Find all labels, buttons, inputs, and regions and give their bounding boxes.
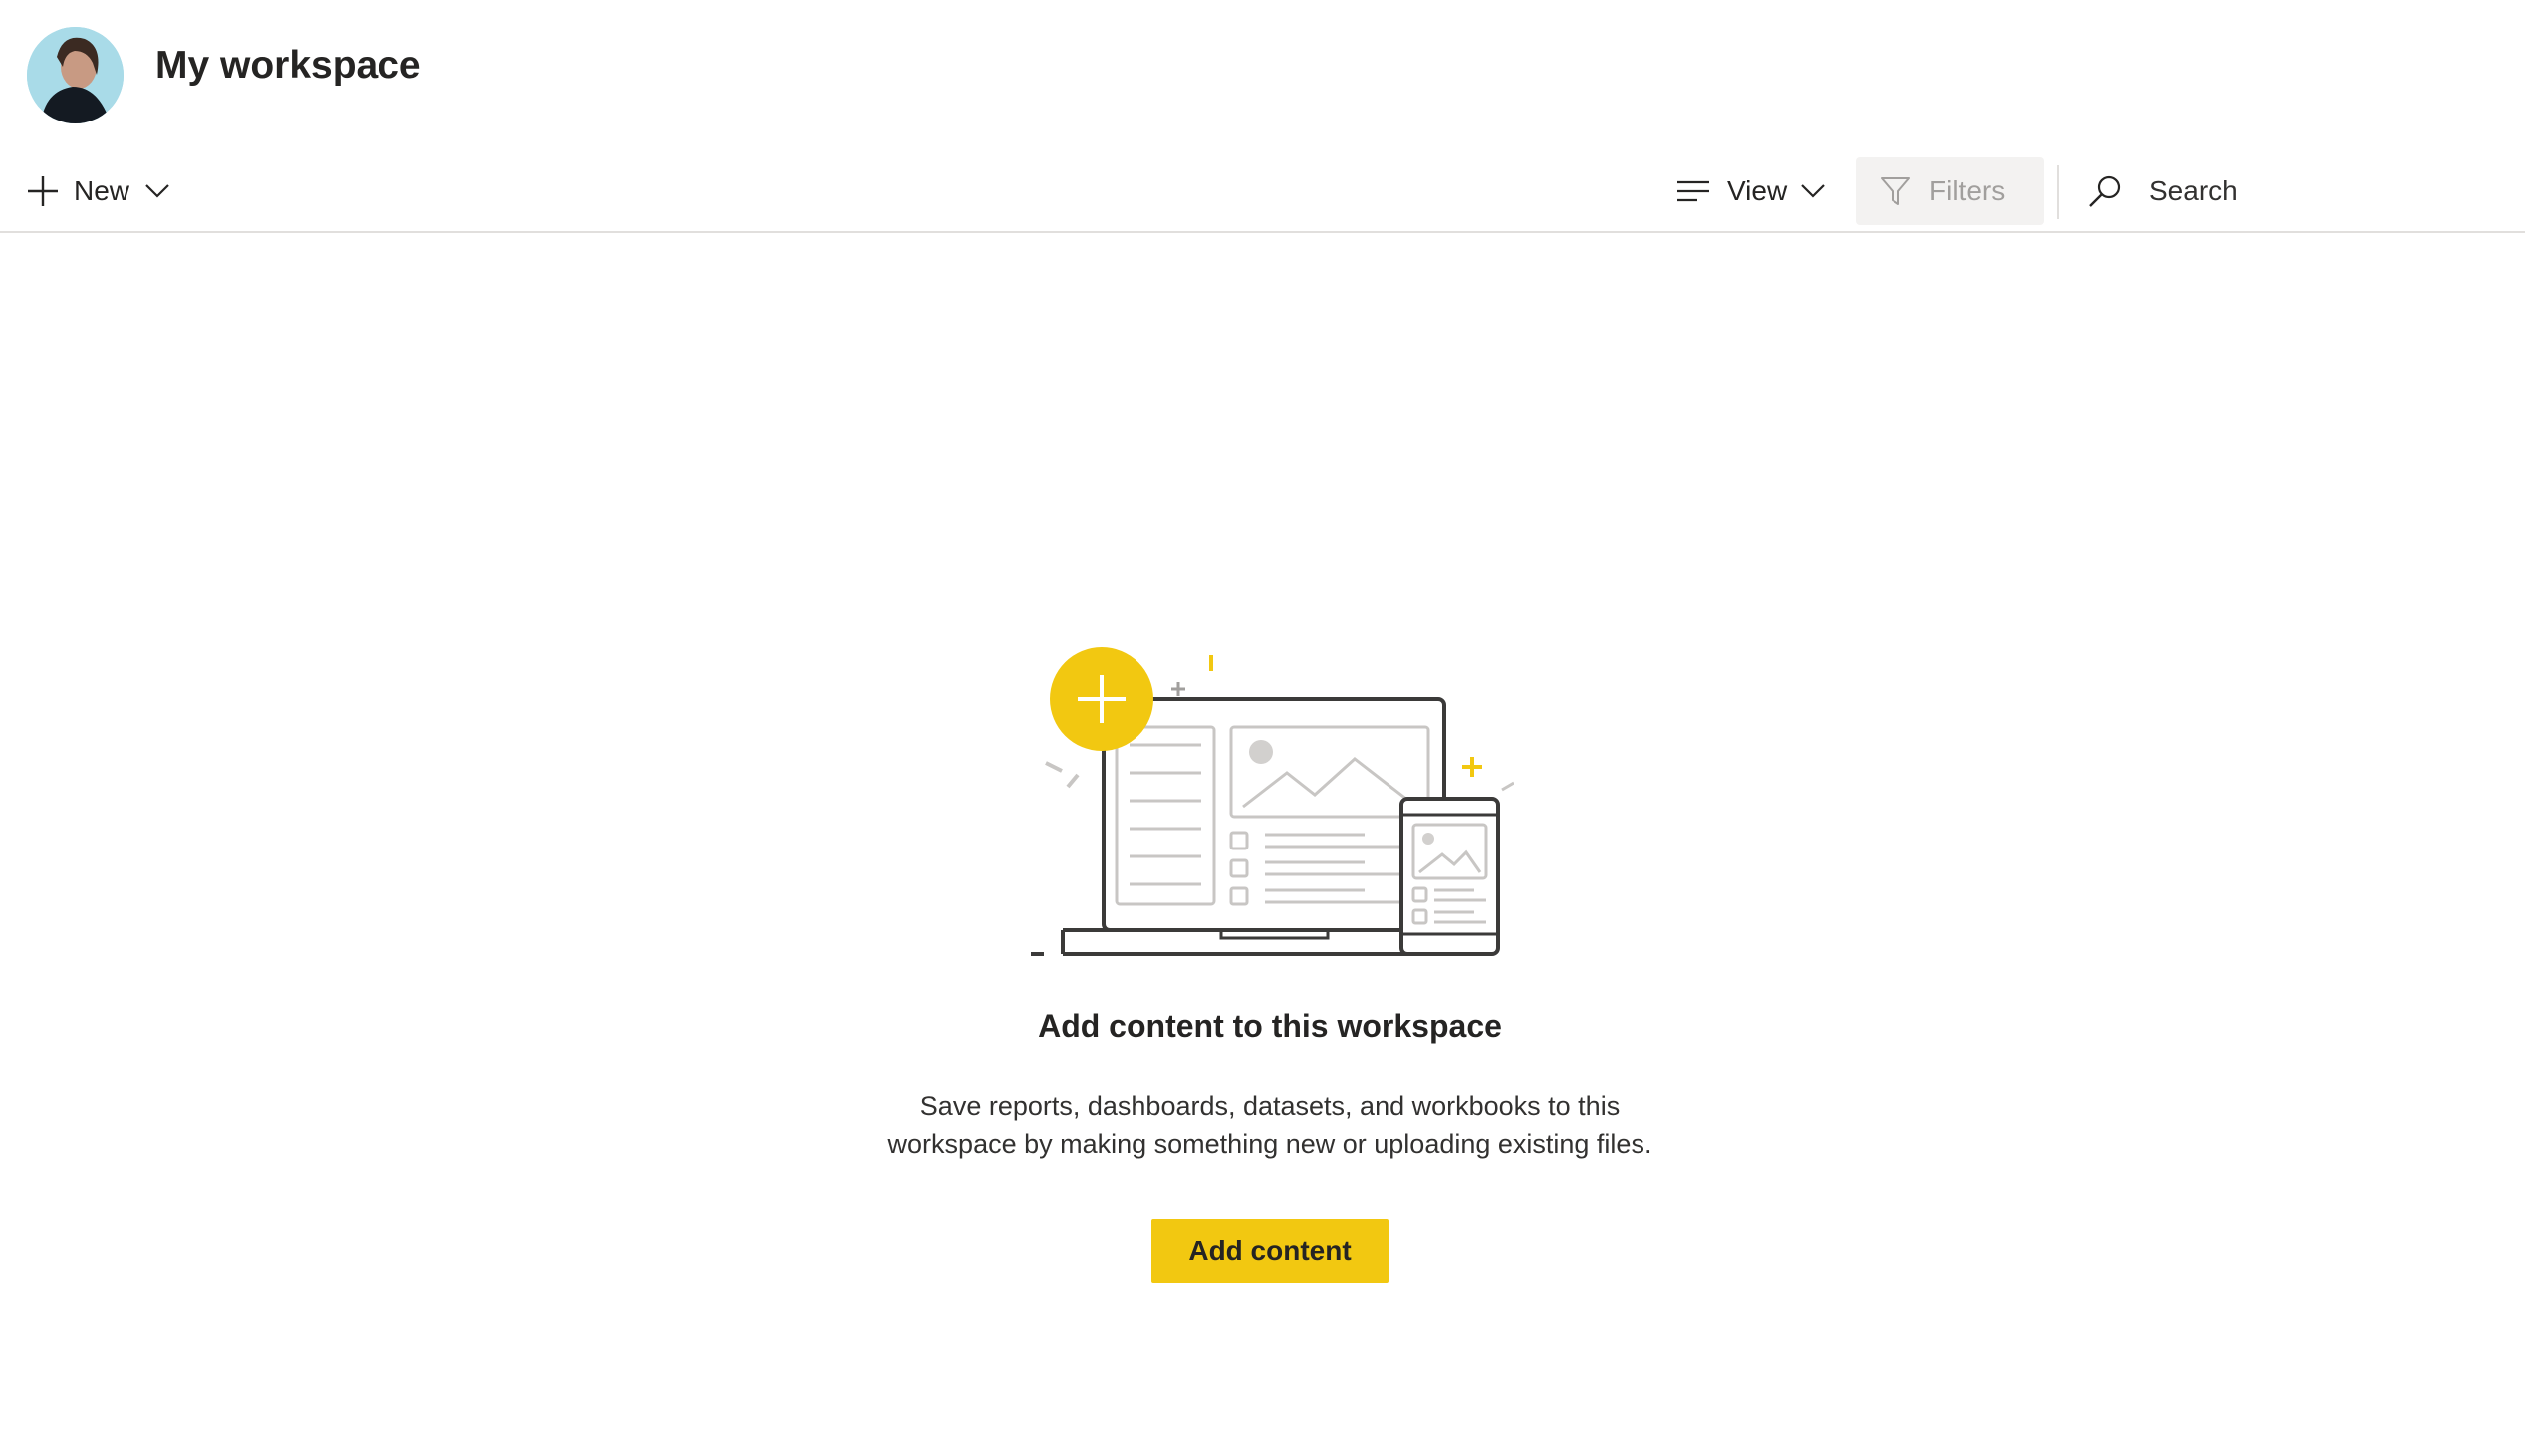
- user-avatar-icon: [27, 27, 124, 123]
- plus-icon: [28, 176, 58, 206]
- chevron-down-icon: [1801, 184, 1825, 198]
- new-button-label: New: [74, 175, 130, 206]
- workspace-header: My workspace: [0, 0, 2525, 149]
- add-content-button[interactable]: Add content: [1151, 1219, 1389, 1283]
- list-view-icon: [1677, 180, 1709, 202]
- empty-workspace-illustration: [1031, 647, 1514, 956]
- chevron-down-icon: [145, 184, 169, 198]
- new-button[interactable]: New: [26, 157, 169, 225]
- filters-button-label: Filters: [1929, 175, 2006, 206]
- search-icon: [2089, 175, 2121, 207]
- search-placeholder: Search: [2149, 175, 2238, 206]
- command-bar: New View Filters Search: [0, 149, 2525, 233]
- filters-button[interactable]: Filters: [1856, 157, 2044, 225]
- search-input[interactable]: Search: [2088, 157, 2416, 225]
- avatar[interactable]: [27, 27, 124, 123]
- page-title: My workspace: [155, 44, 421, 87]
- toolbar-divider: [2057, 165, 2059, 219]
- view-button[interactable]: View: [1677, 157, 1825, 225]
- filter-icon: [1881, 177, 1910, 205]
- view-button-label: View: [1727, 175, 1788, 206]
- empty-state-title: Add content to this workspace: [1038, 1008, 1502, 1044]
- empty-state-description: Save reports, dashboards, datasets, and …: [887, 1092, 1652, 1159]
- plus-circle-icon: [1050, 647, 1153, 751]
